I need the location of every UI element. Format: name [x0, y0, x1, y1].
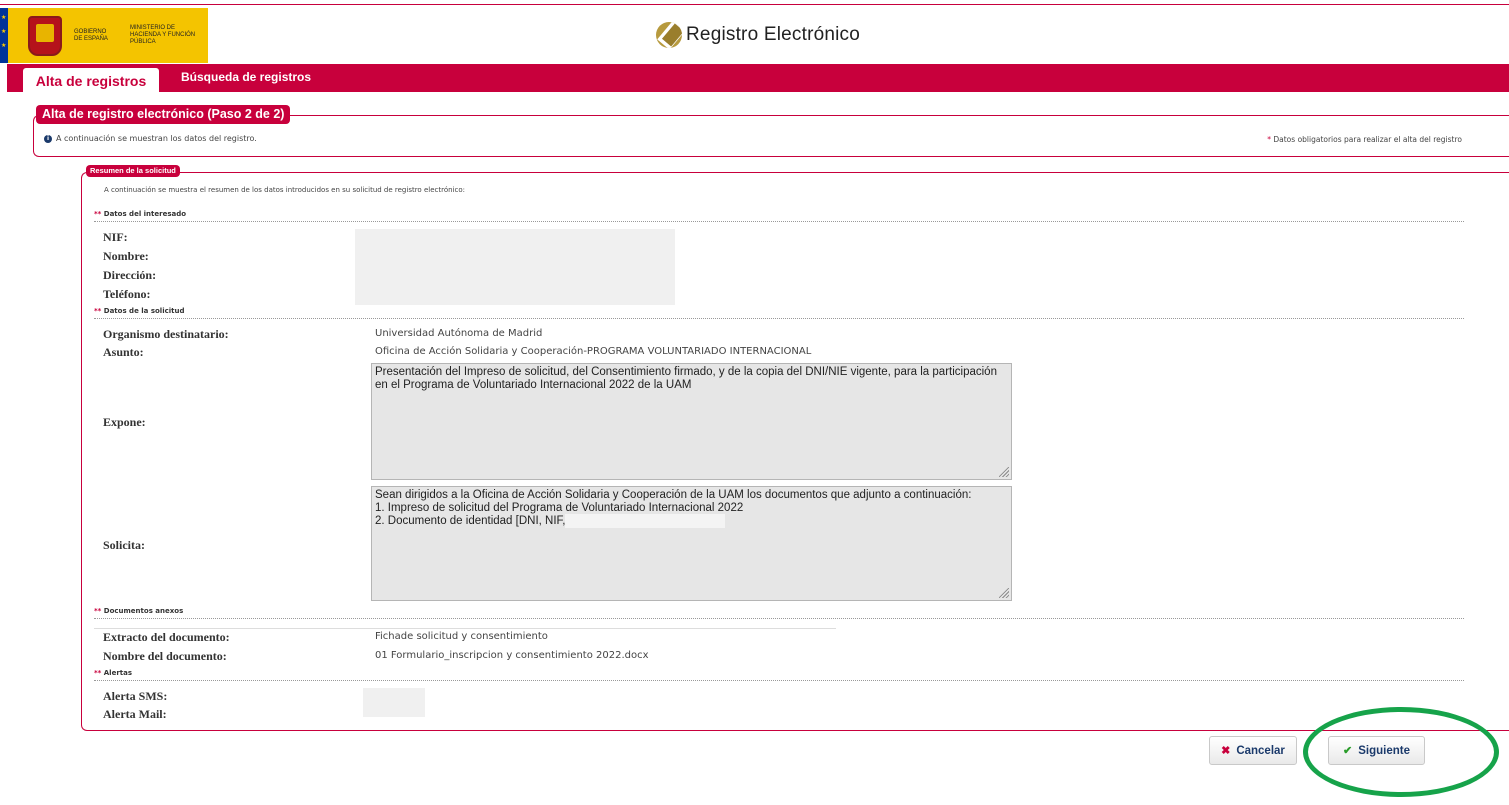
- app-brand: Registro Electrónico: [656, 22, 860, 48]
- summary-panel-title: Resumen de la solicitud: [86, 165, 180, 177]
- app-title: Registro Electrónico: [686, 24, 861, 45]
- gov-line2: Ministerio de Hacienda y Función Pública: [130, 25, 196, 45]
- section-solicitud: ** Datos de la solicitud: [94, 307, 1464, 319]
- page-header: ★ ★ ★ Gobierno de España Ministerio de Hac…: [0, 5, 1509, 64]
- divider: [94, 628, 836, 629]
- section-alertas: ** Alertas: [94, 669, 1464, 681]
- label-extracto: Extracto del documento:: [103, 630, 230, 644]
- info-text: A continuación se muestran los datos del…: [56, 134, 257, 143]
- value-organismo: Universidad Autónoma de Madrid: [375, 328, 543, 339]
- required-asterisk: *: [1267, 135, 1271, 144]
- label-telefono: Teléfono:: [103, 287, 151, 301]
- gov-line1: Gobierno de España: [74, 28, 108, 42]
- tab-bar: Alta de registros Búsqueda de registros: [7, 64, 1509, 92]
- section-interesado-title: Datos del interesado: [103, 210, 187, 218]
- section-anexos: ** Documentos anexos: [94, 607, 1464, 619]
- highlight-ellipse: [1303, 707, 1499, 797]
- cancel-button-label: Cancelar: [1236, 744, 1285, 757]
- solicita-line1: Sean dirigidos a la Oficina de Acción So…: [375, 489, 972, 501]
- required-marker: **: [94, 307, 102, 315]
- label-nif: NIF:: [103, 230, 128, 244]
- value-extracto: Fichade solicitud y consentimiento: [375, 631, 548, 642]
- required-note-text: Datos obligatorios para realizar el alta…: [1273, 135, 1462, 144]
- required-marker: **: [94, 607, 102, 615]
- label-nombre: Nombre:: [103, 249, 149, 263]
- step-panel-title: Alta de registro electrónico (Paso 2 de …: [36, 105, 291, 124]
- value-asunto: Oficina de Acción Solidaria y Cooperació…: [375, 346, 812, 357]
- section-alertas-title: Alertas: [103, 669, 133, 677]
- solicita-line3: 2. Documento de identidad [DNI, NIF,: [375, 515, 566, 527]
- cancel-button[interactable]: ✖ Cancelar: [1209, 736, 1297, 765]
- tab-alta-registros[interactable]: Alta de registros: [23, 68, 159, 92]
- label-alerta-mail: Alerta Mail:: [103, 707, 167, 721]
- required-note: * Datos obligatorios para realizar el al…: [1267, 135, 1462, 144]
- resize-grip-icon[interactable]: [999, 467, 1009, 477]
- info-icon: i: [44, 134, 52, 143]
- close-icon: ✖: [1221, 745, 1231, 757]
- label-alerta-sms: Alerta SMS:: [103, 689, 168, 703]
- value-nombre-documento: 01 Formulario_inscripcion y consentimien…: [375, 650, 649, 661]
- redacted-text: [565, 514, 725, 528]
- solicita-line3-row: 2. Documento de identidad [DNI, NIF,: [375, 514, 1008, 528]
- label-organismo: Organismo destinatario:: [103, 327, 229, 341]
- section-interesado: ** Datos del interesado: [94, 210, 1464, 222]
- registro-logo-icon: [656, 22, 682, 48]
- required-marker: **: [94, 210, 102, 218]
- label-asunto: Asunto:: [103, 345, 144, 359]
- label-nombre-documento: Nombre del documento:: [103, 649, 227, 663]
- required-marker: **: [94, 669, 102, 677]
- government-logo: ★ ★ ★ Gobierno de España Ministerio de Hac…: [0, 8, 208, 63]
- coat-of-arms-icon: [28, 15, 62, 56]
- section-solicitud-title: Datos de la solicitud: [103, 307, 185, 315]
- solicita-textarea[interactable]: Sean dirigidos a la Oficina de Acción So…: [371, 486, 1012, 601]
- label-expone: Expone:: [103, 415, 146, 429]
- eu-flag-icon: ★ ★ ★: [0, 8, 8, 63]
- info-message: i A continuación se muestran los datos d…: [44, 134, 257, 143]
- resize-grip-icon[interactable]: [999, 588, 1009, 598]
- label-direccion: Dirección:: [103, 268, 157, 282]
- redacted-block: [355, 229, 675, 305]
- label-solicita: Solicita:: [103, 538, 145, 552]
- tab-busqueda-registros[interactable]: Búsqueda de registros: [181, 70, 311, 84]
- expone-text: Presentación del Impreso de solicitud, d…: [375, 366, 997, 391]
- expone-textarea[interactable]: Presentación del Impreso de solicitud, d…: [371, 363, 1012, 480]
- redacted-alert-values: [363, 688, 425, 717]
- section-anexos-title: Documentos anexos: [103, 607, 184, 615]
- summary-intro: A continuación se muestra el resumen de …: [104, 186, 465, 194]
